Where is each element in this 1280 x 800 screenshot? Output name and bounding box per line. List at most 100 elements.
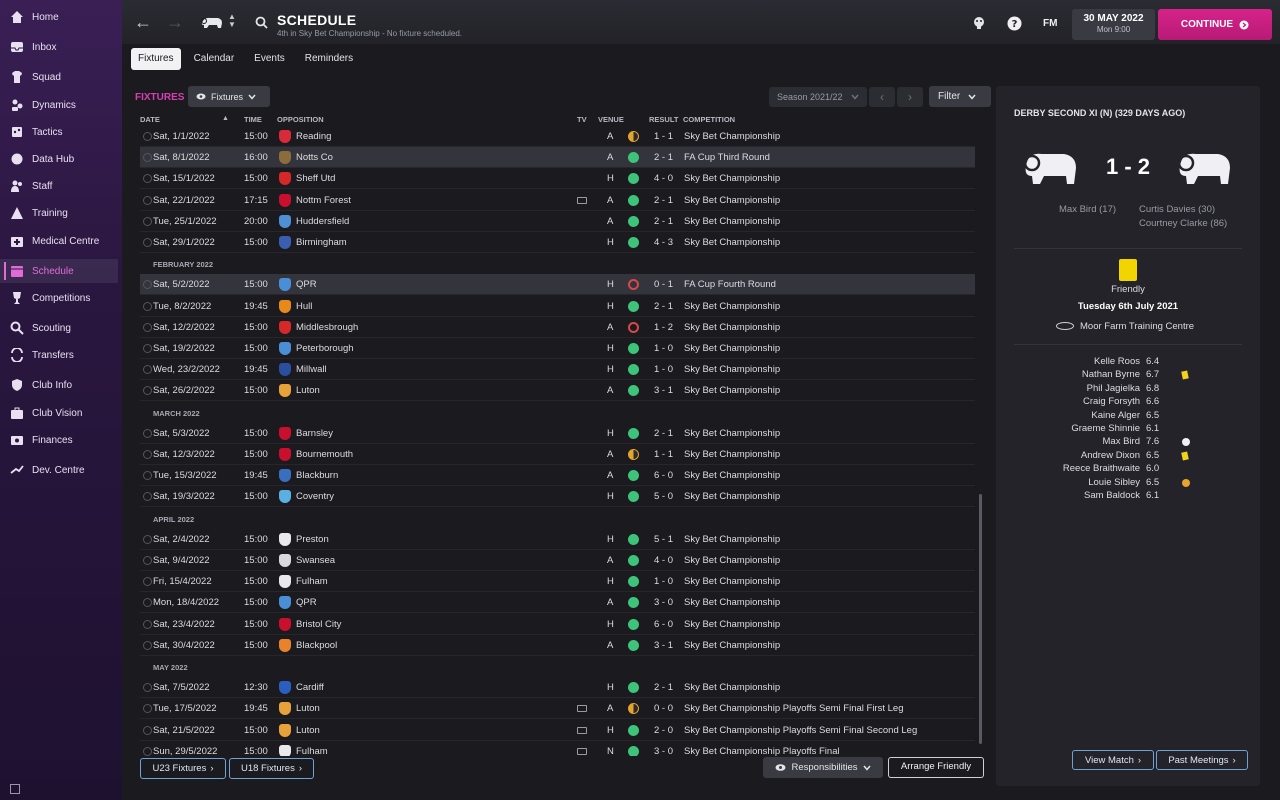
fixture-checkbox[interactable] (143, 619, 152, 629)
fixture-row[interactable]: Sat, 2/4/2022 15:00 Preston H 5 - 1 Sky Bet C… (140, 529, 975, 550)
fixture-row[interactable]: Sat, 8/1/2022 16:00 Notts Co A 2 - 1 FA Cup T… (140, 147, 975, 169)
fixture-opposition[interactable]: Blackburn (296, 470, 338, 481)
fixture-result[interactable]: 1 - 1 (654, 449, 673, 460)
club-switch-icon[interactable]: ▲ ▼ (228, 13, 236, 29)
filter-button[interactable]: Filter (929, 86, 991, 107)
fixture-opposition[interactable]: Luton (296, 725, 320, 736)
fixture-row[interactable]: Sat, 1/1/2022 15:00 Reading A 1 - 1 Sky Bet C… (140, 126, 975, 147)
fixture-row[interactable]: Wed, 23/2/2022 19:45 Millwall H 1 - 0 Sky Bet… (140, 359, 975, 381)
fixture-checkbox[interactable] (143, 492, 152, 502)
fixture-row[interactable]: Sat, 26/2/2022 15:00 Luton A 3 - 1 Sky Bet Ch… (140, 380, 975, 402)
lineup-player-name[interactable]: Kaine Alger (1091, 410, 1140, 421)
sidebar-item-finances[interactable]: Finances (0, 428, 118, 452)
tab-calendar[interactable]: Calendar (187, 48, 242, 70)
tab-fixtures[interactable]: Fixtures (131, 48, 181, 70)
fixture-checkbox[interactable] (143, 322, 152, 332)
fixture-checkbox[interactable] (143, 725, 152, 735)
fixture-row[interactable]: Sat, 15/1/2022 15:00 Sheff Utd H 4 - 0 Sky Be… (140, 168, 975, 190)
fixture-result[interactable]: 6 - 0 (654, 470, 673, 481)
fixture-result[interactable]: 1 - 1 (654, 131, 673, 142)
fixture-result[interactable]: 1 - 0 (654, 364, 673, 375)
fixture-opposition[interactable]: Peterborough (296, 343, 354, 354)
fixture-opposition[interactable]: Swansea (296, 555, 335, 566)
fixture-checkbox[interactable] (143, 344, 152, 353)
u23-fixtures-button[interactable]: U23 Fixtures › (140, 758, 226, 779)
back-arrow-icon[interactable]: ← (134, 12, 152, 33)
fixture-opposition[interactable]: Notts Co (296, 152, 333, 163)
fixture-checkbox[interactable] (143, 577, 152, 587)
season-selector[interactable]: Season 2021/22 (769, 87, 867, 107)
fixture-checkbox[interactable] (143, 132, 152, 141)
sidebar-item-medical-centre[interactable]: Medical Centre (0, 229, 118, 253)
fixture-result[interactable]: 2 - 1 (654, 301, 673, 312)
fixture-result[interactable]: 2 - 0 (654, 725, 673, 736)
sidebar-item-staff[interactable]: Staff (0, 174, 118, 198)
fixture-row[interactable]: Sat, 19/2/2022 15:00 Peterborough H 1 - 0 Sky… (140, 338, 975, 359)
responsibilities-button[interactable]: Responsibilities (763, 757, 883, 778)
fixture-row[interactable]: Sat, 23/4/2022 15:00 Bristol City H 6 - 0 Sky… (140, 614, 975, 635)
fixture-result[interactable]: 2 - 1 (654, 682, 673, 693)
past-meetings-button[interactable]: Past Meetings › (1156, 750, 1248, 770)
fixture-opposition[interactable]: Sheff Utd (296, 173, 335, 184)
lineup-player-name[interactable]: Louie Sibley (1088, 477, 1140, 488)
fixture-checkbox[interactable] (143, 301, 152, 311)
sidebar-item-schedule[interactable]: Schedule (0, 259, 118, 283)
next-season-button[interactable]: › (897, 87, 923, 107)
fixture-opposition[interactable]: Blackpool (296, 640, 337, 651)
fixture-row[interactable]: Sat, 21/5/2022 15:00 Luton H 2 - 0 Sky Bet Ch… (140, 720, 975, 741)
fixture-opposition[interactable]: Fulham (296, 746, 328, 756)
previous-season-button[interactable]: ‹ (869, 87, 895, 107)
fixture-row[interactable]: Sat, 12/3/2022 15:00 Bournemouth A 1 - 1 Sky … (140, 444, 975, 465)
fixture-checkbox[interactable] (143, 238, 152, 247)
fixture-result[interactable]: 0 - 1 (654, 279, 673, 290)
sidebar-item-inbox[interactable]: Inbox (0, 35, 118, 59)
fixture-result[interactable]: 1 - 0 (654, 576, 673, 587)
fixture-checkbox[interactable] (143, 365, 152, 375)
fixture-row[interactable]: Sat, 12/2/2022 15:00 Middlesbrough A 1 - 2 Sk… (140, 317, 975, 338)
fixture-checkbox[interactable] (143, 640, 152, 650)
fixture-result[interactable]: 6 - 0 (654, 619, 673, 630)
game-date[interactable]: 30 MAY 2022 Mon 9:00 (1072, 9, 1155, 40)
fixture-result[interactable]: 2 - 1 (654, 216, 673, 227)
lineup-player-name[interactable]: Reece Braithwaite (1063, 463, 1140, 474)
fixture-row[interactable]: Sat, 30/4/2022 15:00 Blackpool A 3 - 1 Sky Be… (140, 635, 975, 656)
fixture-row[interactable]: Tue, 17/5/2022 19:45 Luton A 0 - 0 Sky Bet Ch… (140, 698, 975, 720)
lineup-player-name[interactable]: Craig Forsyth (1083, 396, 1140, 407)
fixture-checkbox[interactable] (143, 216, 152, 226)
fixture-checkbox[interactable] (143, 556, 152, 565)
fixture-checkbox[interactable] (143, 450, 152, 459)
sidebar-item-home[interactable]: Home (0, 5, 118, 29)
column-venue[interactable]: VENUE (598, 115, 624, 124)
sidebar-item-scouting[interactable]: Scouting (0, 316, 118, 340)
sidebar-item-club-info[interactable]: Club Info (0, 373, 118, 397)
fixture-row[interactable]: Tue, 15/3/2022 19:45 Blackburn A 6 - 0 Sky Be… (140, 465, 975, 487)
fixture-opposition[interactable]: Preston (296, 534, 329, 545)
fixture-checkbox[interactable] (143, 428, 152, 438)
sort-asc-icon[interactable]: ▲ (222, 115, 229, 122)
sidebar-item-dev-centre[interactable]: Dev. Centre (0, 458, 118, 482)
column-time[interactable]: TIME (244, 115, 262, 124)
fixture-result[interactable]: 2 - 1 (654, 152, 673, 163)
fixture-opposition[interactable]: Coventry (296, 491, 334, 502)
sidebar-item-club-vision[interactable]: Club Vision (0, 401, 118, 425)
sidebar-item-squad[interactable]: Squad (0, 65, 118, 89)
fixture-result[interactable]: 3 - 1 (654, 640, 673, 651)
lineup-player-name[interactable]: Andrew Dixon (1081, 450, 1140, 461)
fixture-checkbox[interactable] (143, 471, 152, 481)
lineup-player-name[interactable]: Max Bird (1103, 436, 1140, 447)
column-result[interactable]: RESULT (649, 115, 678, 124)
expand-icon[interactable] (10, 784, 20, 794)
lineup-player-name[interactable]: Phil Jagielka (1087, 383, 1140, 394)
lineup-player-name[interactable]: Kelle Roos (1094, 356, 1140, 367)
fixture-checkbox[interactable] (143, 534, 152, 544)
column-opposition[interactable]: OPPOSITION (277, 115, 324, 124)
help-icon[interactable]: ? (1007, 16, 1022, 31)
fixture-opposition[interactable]: Luton (296, 385, 320, 396)
lineup-player-name[interactable]: Graeme Shinnie (1071, 423, 1140, 434)
tab-events[interactable]: Events (247, 48, 292, 70)
lineup-player-name[interactable]: Sam Baldock (1084, 490, 1140, 501)
fixture-opposition[interactable]: Hull (296, 301, 312, 312)
fixture-opposition[interactable]: QPR (296, 597, 317, 608)
fixture-result[interactable]: 4 - 0 (654, 555, 673, 566)
fixture-opposition[interactable]: Huddersfield (296, 216, 349, 227)
